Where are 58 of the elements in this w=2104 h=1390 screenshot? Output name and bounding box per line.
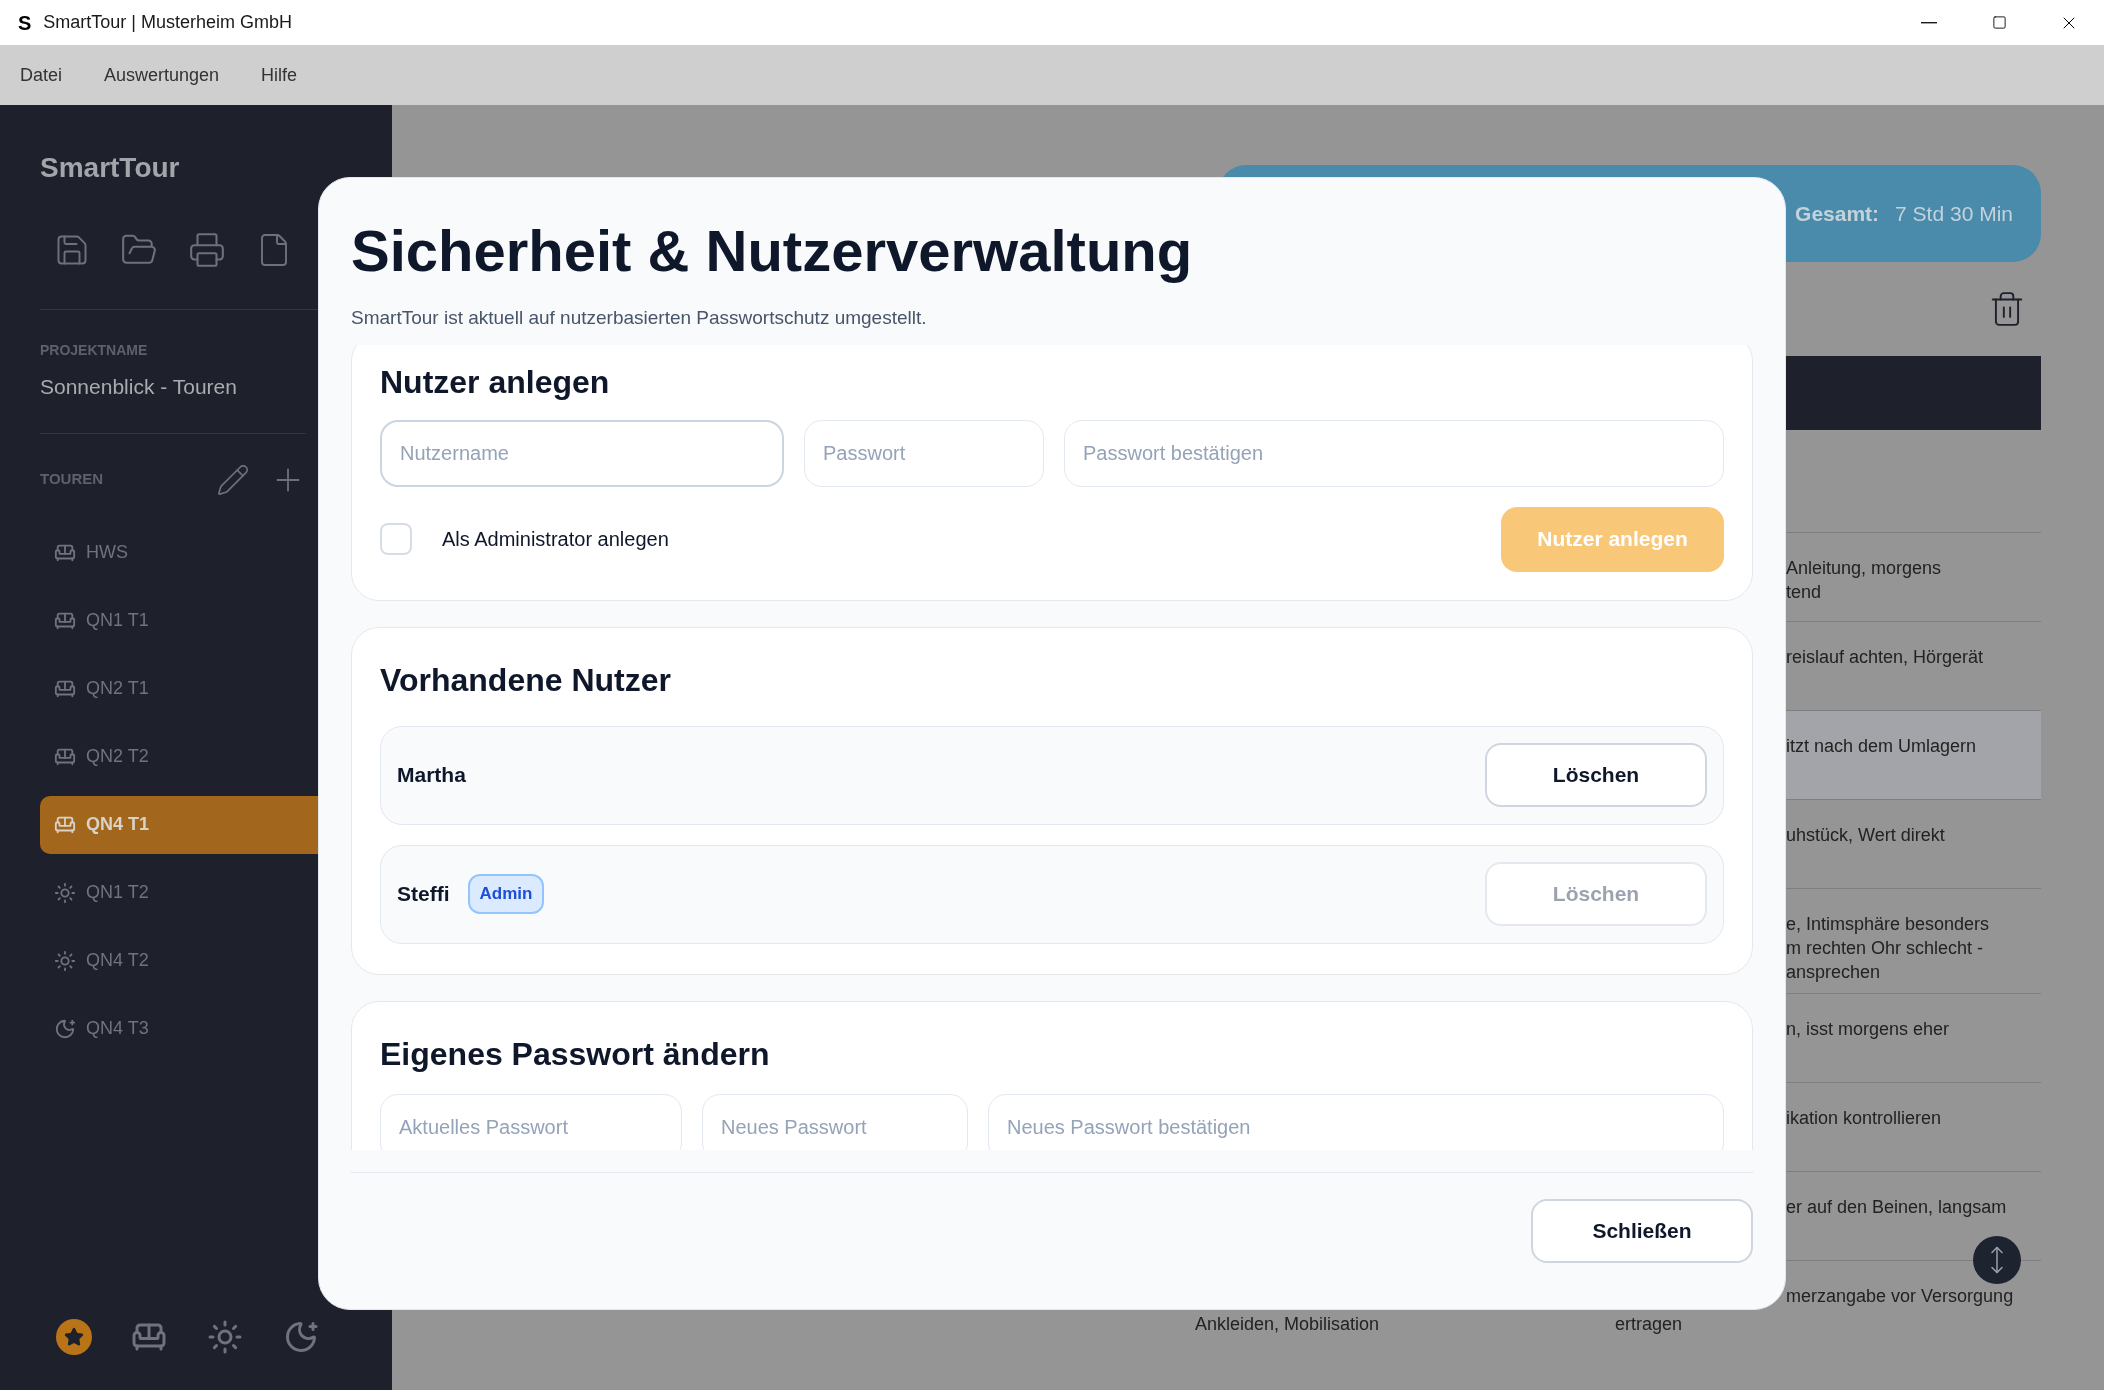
- card-heading: Nutzer anlegen: [380, 362, 611, 402]
- dialog-title: Sicherheit & Nutzerverwaltung: [351, 217, 1194, 285]
- sun-icon: [54, 881, 76, 904]
- app-logo: S: [18, 10, 32, 36]
- text-field[interactable]: Passwort: [804, 419, 1044, 487]
- project-label: PROJEKTNAME: [40, 341, 149, 360]
- dialog-subtitle: SmartTour ist aktuell auf nutzerbasierten Passwortschutz umgestellt.: [351, 306, 928, 330]
- table-cell-text: ikation kontrollieren: [1786, 1107, 1943, 1130]
- tour-item[interactable]: QN4 T2: [40, 931, 392, 990]
- project-name: Sonnenblick - Touren: [40, 374, 238, 400]
- checkbox-label: Als Administrator anlegen: [442, 527, 669, 552]
- sun-icon: [54, 949, 76, 972]
- printer-icon[interactable]: [188, 231, 226, 269]
- tours-label: TOUREN: [40, 469, 104, 490]
- admin-checkbox[interactable]: [380, 523, 412, 555]
- table-cell-text: uhstück, Wert direkt: [1786, 824, 1946, 847]
- tour-item[interactable]: QN1 T1: [40, 591, 392, 650]
- table-cell-text: er auf den Beinen, langsam: [1786, 1196, 2008, 1219]
- user-name: Steffi: [397, 881, 450, 908]
- moon-star-icon: [54, 1017, 76, 1040]
- table-cell-text: itzt nach dem Umlagern: [1786, 735, 1978, 758]
- password-field[interactable]: Neues Passwort: [702, 1093, 968, 1150]
- minimize-icon: [1921, 21, 1937, 24]
- close-dialog-button[interactable]: Schließen: [1531, 1198, 1753, 1263]
- tour-item[interactable]: QN2 T2: [40, 727, 392, 786]
- table-cell-text: e, Intimsphäre besonders m rechten Ohr schlecht - ansprechen: [1786, 913, 1991, 984]
- tour-item[interactable]: HWS: [40, 523, 392, 582]
- table-cell-text: Anleitung, morgens tend: [1786, 557, 1943, 604]
- text-field[interactable]: Nutzername: [380, 419, 784, 487]
- menu-item[interactable]: Auswertungen: [104, 61, 220, 89]
- edit-icon[interactable]: [216, 462, 250, 497]
- menu-item[interactable]: Hilfe: [261, 61, 298, 89]
- summary-value: 7 Std 30 Min: [1895, 200, 2013, 227]
- moon-star-icon: [283, 1319, 319, 1355]
- table-cell-text: reislauf achten, Hörgerät: [1786, 646, 1985, 669]
- password-field[interactable]: Aktuelles Passwort: [380, 1093, 682, 1150]
- delete-button[interactable]: Löschen: [1485, 743, 1707, 807]
- sun-icon: [207, 1319, 243, 1355]
- table-cell-text: merzangabe vor Versorgung: [1786, 1285, 2015, 1308]
- card-heading: Vorhandene Nutzer: [380, 660, 672, 700]
- tour-item[interactable]: QN1 T2: [40, 863, 392, 922]
- table-cell-text: n, isst morgens eher: [1786, 1018, 1951, 1041]
- maximize-icon: [1991, 15, 2007, 30]
- window-title: SmartTour | Musterheim GmbH: [43, 11, 293, 34]
- table-cell: Ankleiden, Mobilisation: [1195, 1314, 1380, 1334]
- scroll-button[interactable]: [1973, 1236, 2021, 1284]
- card-heading: Eigenes Passwort ändern: [380, 1034, 771, 1074]
- table-cell: ertragen: [1615, 1314, 1683, 1334]
- filter-button[interactable]: [56, 1319, 92, 1355]
- text-field[interactable]: Passwort bestätigen: [1064, 419, 1724, 487]
- menu-item[interactable]: Datei: [20, 61, 63, 89]
- password-field[interactable]: Neues Passwort bestätigen: [988, 1093, 1724, 1150]
- filter-button[interactable]: [206, 1318, 244, 1356]
- star-icon: [64, 1327, 84, 1347]
- summary-label: Gesamt:: [1795, 200, 1880, 227]
- sidebar-app-name: SmartTour: [40, 151, 181, 185]
- user-name: Martha: [397, 762, 466, 789]
- admin-badge: Admin: [467, 874, 545, 914]
